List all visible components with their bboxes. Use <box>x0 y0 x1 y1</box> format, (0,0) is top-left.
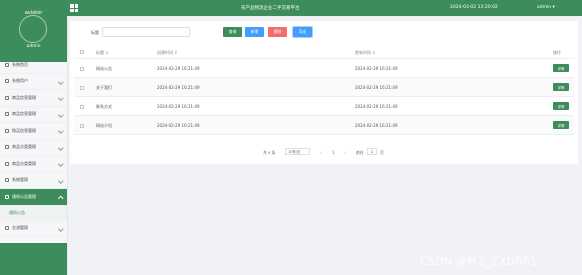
sidebar-item-system[interactable]: 系统管理 <box>0 173 67 189</box>
table-row: 网站介绍 2024-02-29 16:21:49 2024-02-29 16:2… <box>74 116 574 135</box>
document-icon <box>5 95 9 100</box>
detail-button[interactable]: 详情 <box>553 83 569 91</box>
cell-created: 2024-02-29 16:21:49 <box>157 123 200 128</box>
cell-updated: 2024-02-29 16:21:49 <box>355 104 398 109</box>
row-checkbox[interactable] <box>80 104 84 109</box>
export-button[interactable]: 导出 <box>292 26 313 38</box>
document-icon <box>5 145 9 150</box>
sidebar-item-notice[interactable]: 通知公告管理 <box>0 189 67 206</box>
sidebar-item-exchange[interactable]: 交流管理 <box>0 221 67 237</box>
cell-created: 2024-02-29 16:21:49 <box>157 66 200 71</box>
watermark: CSDN @MZ_ZXD001 <box>420 255 538 268</box>
data-table: 标题 ↕ 创建时间 ↕ 更新时间 ↕ 操作 网站公告 2024-02-29 16… <box>74 45 574 135</box>
document-icon <box>5 128 9 133</box>
goto-page-input[interactable]: 1 <box>367 148 377 155</box>
chevron-up-icon <box>57 195 63 201</box>
sidebar-footer <box>0 243 67 275</box>
sidebar-item-goods-2[interactable]: 商品信息管理 <box>0 107 67 123</box>
row-checkbox[interactable] <box>80 123 84 128</box>
sidebar-item-category-2[interactable]: 商品分类管理 <box>0 156 67 173</box>
current-time: 2024-03-02 13:20:02 <box>450 5 498 10</box>
sidebar-item-label: 通知公告管理 <box>12 193 36 199</box>
chevron-down-icon <box>57 111 63 117</box>
sidebar-item-label: 商品信息管理 <box>12 111 36 117</box>
table-row: 网站公告 2024-02-29 16:21:49 2024-02-29 16:2… <box>74 59 574 78</box>
cell-title: 网站介绍 <box>96 123 112 128</box>
sidebar-subitem-notice[interactable]: 通知公告 <box>0 205 67 221</box>
grid-icon[interactable] <box>70 4 78 12</box>
sidebar-item-label: 商品分类管理 <box>12 160 36 166</box>
detail-button[interactable]: 详情 <box>553 102 569 110</box>
select-all-checkbox[interactable] <box>80 50 84 54</box>
cell-updated: 2024-02-29 16:21:49 <box>355 66 398 71</box>
topbar: 农产品物流企业二手交易平台 2024-03-02 13:20:02 admin … <box>67 0 582 16</box>
cell-updated: 2024-02-29 16:21:49 <box>355 123 398 128</box>
sidebar-item-label: 购买信息管理 <box>12 127 36 133</box>
detail-button[interactable]: 详情 <box>553 64 569 72</box>
sidebar: aviator admin 系统首页 系统用户 商品信息管理 商品信息管理 购买… <box>0 0 68 275</box>
cell-created: 2024-02-29 16:21:49 <box>157 104 200 109</box>
row-checkbox[interactable] <box>80 66 84 71</box>
sidebar-item-purchase[interactable]: 购买信息管理 <box>0 123 67 140</box>
user-icon <box>5 79 9 84</box>
user-menu[interactable]: admin ▾ <box>537 5 555 10</box>
avatar[interactable] <box>19 15 47 43</box>
sidebar-item-label: 商品信息管理 <box>12 94 36 100</box>
cell-updated: 2024-02-29 16:21:49 <box>355 85 398 90</box>
chevron-down-icon <box>57 161 63 167</box>
cell-title: 关于我们 <box>96 85 112 90</box>
search-input[interactable] <box>102 27 190 37</box>
cell-title: 联系方式 <box>96 104 112 109</box>
sidebar-item-label: 商品分类管理 <box>12 144 36 150</box>
column-header-title[interactable]: 标题 ↕ <box>96 50 109 56</box>
table-row: 联系方式 2024-02-29 16:21:49 2024-02-29 16:2… <box>74 97 574 116</box>
pagination-total: 共 4 条 <box>263 149 276 155</box>
info-icon <box>5 194 9 199</box>
sidebar-item-home[interactable]: 系统首页 <box>0 57 67 74</box>
search-label: 标题 <box>91 30 99 35</box>
table-row: 关于我们 2024-02-29 16:21:49 2024-02-29 16:2… <box>74 78 574 97</box>
detail-button[interactable]: 详情 <box>553 121 569 129</box>
main-panel: 标题 查询 新增 删除 导出 标题 ↕ 创建时间 ↕ 更新时间 ↕ 操作 网站公… <box>70 21 578 164</box>
sidebar-item-category-1[interactable]: 商品分类管理 <box>0 140 67 156</box>
column-header-created[interactable]: 创建时间 ↕ <box>157 50 178 56</box>
chevron-down-icon <box>57 78 63 84</box>
column-header-updated[interactable]: 更新时间 ↕ <box>355 50 376 56</box>
cell-created: 2024-02-29 16:21:49 <box>157 85 200 90</box>
sidebar-profile-header: aviator admin <box>0 0 67 62</box>
chevron-down-icon <box>57 95 63 101</box>
chevron-down-icon <box>57 128 63 134</box>
chevron-down-icon <box>57 144 63 150</box>
column-header-action: 操作 <box>553 49 561 55</box>
page-suffix: 页 <box>380 149 384 155</box>
add-button[interactable]: 新增 <box>245 27 264 37</box>
table-header: 标题 ↕ 创建时间 ↕ 更新时间 ↕ 操作 <box>74 45 574 59</box>
cell-title: 网站公告 <box>96 66 112 71</box>
goto-label: 前往 <box>356 149 364 155</box>
page-size-select[interactable]: 10条/页 <box>285 148 310 155</box>
current-page[interactable]: 1 <box>332 150 335 155</box>
sidebar-item-label: 系统用户 <box>12 78 28 84</box>
sidebar-item-label: 交流管理 <box>12 225 28 231</box>
document-icon <box>5 226 9 231</box>
sidebar-username: admin <box>26 44 41 49</box>
query-button[interactable]: 查询 <box>223 27 242 37</box>
app-title: 农产品物流企业二手交易平台 <box>241 6 300 11</box>
next-page-button[interactable]: › <box>344 150 346 155</box>
chevron-down-icon <box>57 225 63 231</box>
sidebar-item-users[interactable]: 系统用户 <box>0 74 67 90</box>
sidebar-menu: 系统首页 系统用户 商品信息管理 商品信息管理 购买信息管理 商品分类管理 商品… <box>0 57 67 237</box>
document-icon <box>5 112 9 117</box>
sidebar-item-label: 系统首页 <box>12 61 28 67</box>
prev-page-button[interactable]: ‹ <box>320 150 322 155</box>
document-icon <box>5 178 9 183</box>
document-icon <box>5 161 9 166</box>
chevron-down-icon <box>57 177 63 183</box>
home-icon <box>5 62 9 67</box>
delete-button[interactable]: 删除 <box>268 27 287 37</box>
pagination: 共 4 条 10条/页 ‹ 1 › 前往 1 页 <box>70 148 578 156</box>
row-checkbox[interactable] <box>80 85 84 90</box>
sidebar-item-label: 系统管理 <box>12 177 28 183</box>
sidebar-item-goods-1[interactable]: 商品信息管理 <box>0 90 67 107</box>
